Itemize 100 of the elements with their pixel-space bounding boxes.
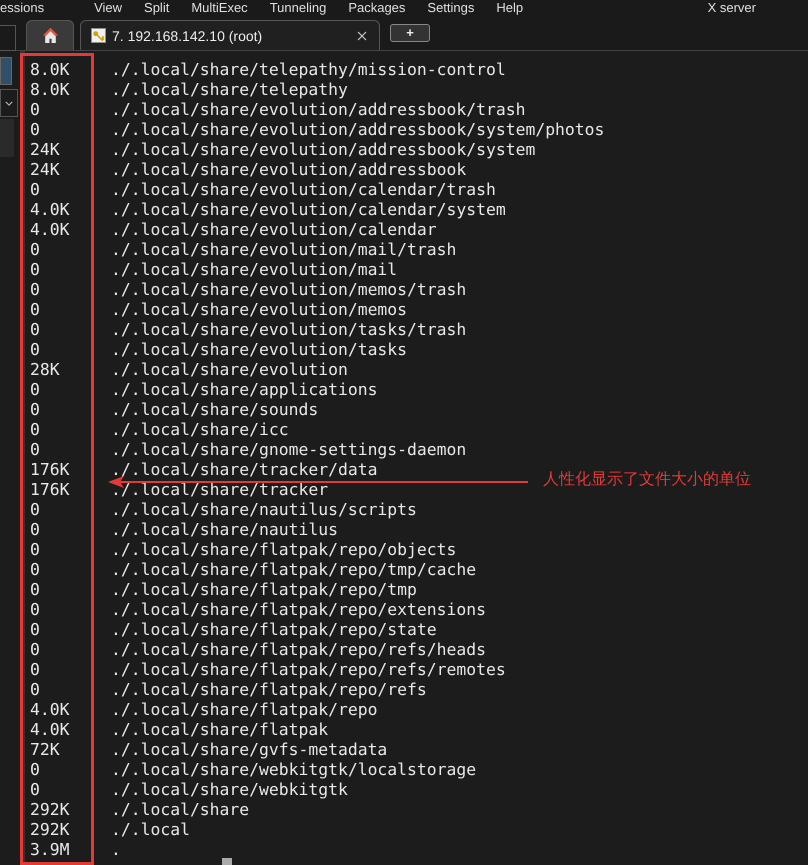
size-text: 0 <box>30 620 40 640</box>
path-text: ./.local/share/flatpak <box>111 720 328 740</box>
path-text: ./.local/share/tracker/data <box>111 460 378 480</box>
path-text: ./.local <box>111 820 190 840</box>
size-text: 0 <box>30 520 40 540</box>
path-text: ./.local/share/flatpak/repo/tmp <box>111 580 417 600</box>
size-text: 4.0K <box>30 720 70 740</box>
path-text: ./.local/share/evolution/tasks/trash <box>111 320 466 340</box>
size-text: 0 <box>30 340 40 360</box>
size-text: 292K <box>30 820 70 840</box>
path-text: ./.local/share/telepathy <box>111 80 348 100</box>
session-tab[interactable]: 7. 192.168.142.10 (root) <box>80 20 380 50</box>
size-text: 0 <box>30 560 40 580</box>
size-text: 28K <box>30 360 60 380</box>
close-icon[interactable] <box>357 30 367 40</box>
annotation-text: 人性化显示了文件大小的单位 <box>543 470 751 490</box>
path-text: ./.local/share/evolution/mail <box>111 260 398 280</box>
path-text: ./.local/share/webkitgtk/localstorage <box>111 760 476 780</box>
path-text: ./.local/share/flatpak/repo/refs/remotes <box>111 660 506 680</box>
path-text: ./.local/share/flatpak/repo/state <box>111 620 437 640</box>
size-text: 0 <box>30 380 40 400</box>
size-text: 0 <box>30 440 40 460</box>
size-text: 0 <box>30 500 40 520</box>
size-text: 24K <box>30 140 60 160</box>
size-text: 0 <box>30 400 40 420</box>
size-text: 72K <box>30 740 60 760</box>
menu-item[interactable]: Settings <box>427 1 496 15</box>
size-text: 0 <box>30 100 40 120</box>
path-text: ./.local/share/evolution/addressbook/trash <box>111 100 526 120</box>
size-text: 0 <box>30 120 40 140</box>
menu-item[interactable]: essions <box>0 1 94 15</box>
size-text: 0 <box>30 680 40 700</box>
path-text: ./.local/share/gvfs-metadata <box>111 740 388 760</box>
size-text: 4.0K <box>30 700 70 720</box>
size-text: 8.0K <box>30 60 70 80</box>
dropdown-button[interactable] <box>0 89 18 117</box>
path-text: ./.local/share/icc <box>111 420 289 440</box>
menu-item[interactable]: MultiExec <box>191 1 270 15</box>
path-text: ./.local/share/flatpak/repo/objects <box>111 540 456 560</box>
path-text: ./.local/share/applications <box>111 380 378 400</box>
size-text: 0 <box>30 580 40 600</box>
path-text: ./.local/share/evolution <box>111 360 348 380</box>
size-text: 0 <box>30 760 40 780</box>
path-text: ./.local/share/evolution/memos <box>111 300 408 320</box>
path-text: ./.local/share/evolution/addressbook/system <box>111 140 536 160</box>
size-text: 0 <box>30 420 40 440</box>
menu-item[interactable]: X server <box>708 1 778 15</box>
path-text: ./.local/share/evolution/addressbook/system/photos <box>111 120 604 140</box>
path-text: ./.local/share/nautilus/scripts <box>111 500 417 520</box>
size-text: 176K <box>30 480 70 500</box>
path-text: ./.local/share/evolution/addressbook <box>111 160 466 180</box>
path-text: ./.local/share/nautilus <box>111 520 338 540</box>
path-text: ./.local/share/flatpak/repo/extensions <box>111 600 486 620</box>
side-panel-button[interactable] <box>0 57 12 85</box>
path-text: ./.local/share/evolution/calendar/system <box>111 200 506 220</box>
path-text: ./.local/share/flatpak/repo/refs/heads <box>111 640 486 660</box>
menu-item[interactable]: Help <box>496 1 546 15</box>
size-text: 176K <box>30 460 70 480</box>
path-text: ./.local/share/tracker <box>111 480 328 500</box>
size-text: 0 <box>30 300 40 320</box>
size-text: 0 <box>30 540 40 560</box>
path-text: ./.local/share/flatpak/repo/tmp/cache <box>111 560 476 580</box>
path-text: ./.local/share/evolution/tasks <box>111 340 408 360</box>
path-text: ./.local/share/evolution/calendar <box>111 220 437 240</box>
path-text: . <box>111 840 121 860</box>
path-text: ./.local/share/evolution/mail/trash <box>111 240 456 260</box>
menu-item[interactable]: Split <box>144 1 192 15</box>
size-text: 0 <box>30 240 40 260</box>
path-text: ./.local/share/flatpak/repo/refs <box>111 680 427 700</box>
path-text: ./.local/share/telepathy/mission-control <box>111 60 506 80</box>
new-tab-button[interactable]: + <box>390 24 430 42</box>
size-text: 0 <box>30 180 40 200</box>
path-text: ./.local/share/evolution/memos/trash <box>111 280 466 300</box>
size-text: 8.0K <box>30 80 70 100</box>
menu-item[interactable]: View <box>94 1 144 15</box>
size-text: 4.0K <box>30 220 70 240</box>
size-text: 0 <box>30 260 40 280</box>
menu-item[interactable]: Packages <box>348 1 428 15</box>
cursor <box>222 858 232 865</box>
menu-item[interactable]: Tunneling <box>270 1 348 15</box>
size-text: 24K <box>30 160 60 180</box>
home-tab[interactable] <box>26 20 74 50</box>
size-text: 292K <box>30 800 70 820</box>
size-text: 0 <box>30 600 40 620</box>
size-text: 0 <box>30 660 40 680</box>
size-text: 0 <box>30 320 40 340</box>
chevron-down-icon <box>5 100 13 106</box>
path-text: ./.local/share <box>111 800 250 820</box>
size-text: 0 <box>30 640 40 660</box>
size-text: 0 <box>30 780 40 800</box>
path-text: ./.local/share/webkitgtk <box>111 780 348 800</box>
path-text: ./.local/share/evolution/calendar/trash <box>111 180 496 200</box>
size-text: 0 <box>30 280 40 300</box>
path-text: ./.local/share/flatpak/repo <box>111 700 378 720</box>
path-text: ./.local/share/gnome-settings-daemon <box>111 440 466 460</box>
size-text: 4.0K <box>30 200 70 220</box>
size-text: 3.9M <box>30 840 70 860</box>
key-icon <box>91 28 106 43</box>
path-text: ./.local/share/sounds <box>111 400 318 420</box>
house-icon <box>42 27 58 44</box>
